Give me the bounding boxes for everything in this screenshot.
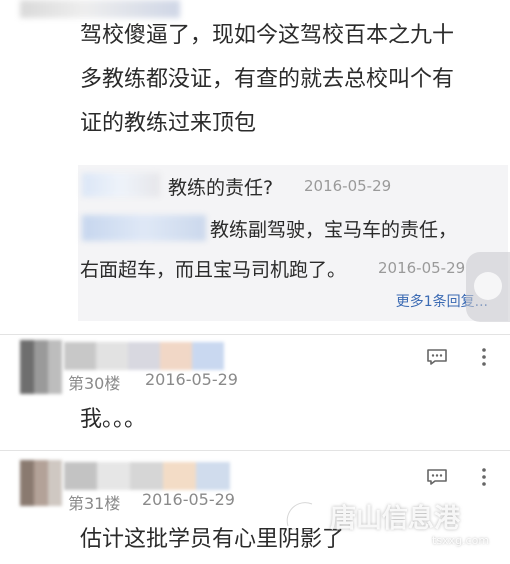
comment-date: 2016-05-29 [142,490,235,509]
watermark-text: 唐山信息港 [330,504,461,534]
floating-button-dot-icon [474,272,502,300]
reply-text-2-line-2: 右面超车，而且宝马司机跑了。 [80,259,347,281]
post-text-line-3: 证的教练过来顶包 [80,111,257,136]
post-text-line-2: 多教练都没证，有查的就去总校叫个有 [80,67,455,92]
reply-text-1: 教练的责任? [168,177,274,199]
post-text-line-1: 驾校傻逼了，现如今这驾校百本之九十 [80,23,455,48]
more-vertical-icon[interactable] [480,347,488,367]
comment-text: 我。。。 [80,407,147,432]
divider-1 [0,334,510,335]
comment-date: 2016-05-29 [145,370,238,389]
comment-icon[interactable] [426,468,448,486]
reply-date-2: 2016-05-29 [378,259,466,277]
watermark: 唐山信息港 tsxxg.com [282,494,502,558]
floor-number: 第30楼 [68,374,121,393]
username-blur[interactable] [64,342,224,370]
reply-author-2[interactable] [82,215,206,241]
watermark-url: tsxxg.com [432,534,490,547]
reply-date-1: 2016-05-29 [304,177,392,195]
divider-2 [0,450,510,451]
avatar[interactable] [20,460,62,506]
username-blur[interactable] [64,462,230,490]
comment-icon[interactable] [426,348,448,366]
floor-number: 第31楼 [68,494,121,513]
watermark-logo-icon [285,500,314,530]
floating-button[interactable] [466,252,510,322]
reply-text-2-line-1: 教练副驾驶，宝马车的责任， [210,219,458,241]
reply-author-1[interactable] [82,173,160,197]
more-vertical-icon[interactable] [480,467,488,487]
avatar[interactable] [20,340,62,394]
reply-list: 教练的责任? 2016-05-29 教练副驾驶，宝马车的责任， 右面超车，而且宝… [78,165,508,321]
